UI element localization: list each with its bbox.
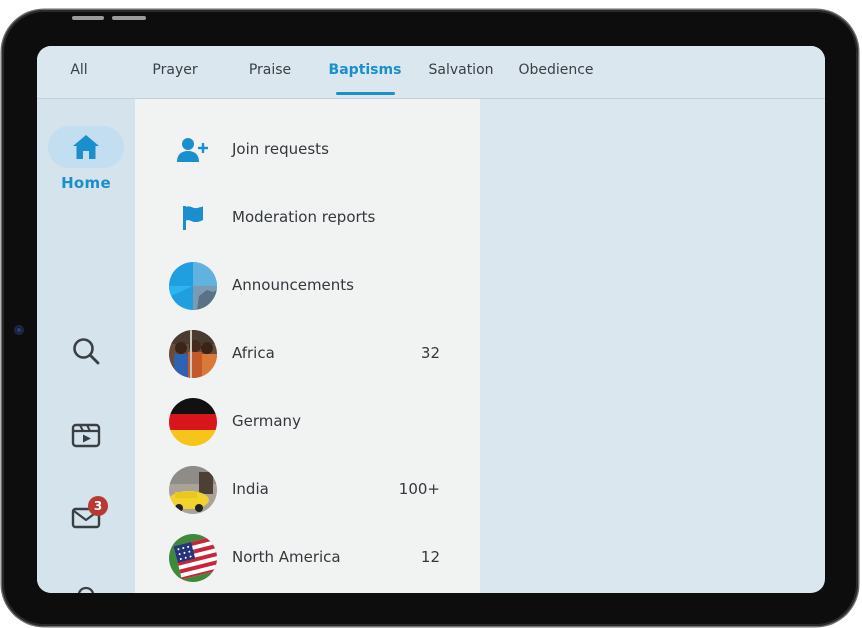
nav-notifications[interactable] (37, 580, 135, 593)
group-avatar-africa (169, 330, 217, 378)
list-item[interactable]: North America 12 (135, 530, 480, 586)
group-avatar-north-america (169, 534, 217, 582)
add-user-icon (177, 138, 208, 162)
groups-panel: Join requests Moderation reports Announc… (135, 99, 480, 593)
camera-icon (14, 325, 24, 335)
nav-messages[interactable]: 3 (37, 496, 135, 538)
group-name: North America (232, 548, 341, 566)
tab-prayer[interactable]: Prayer (152, 46, 197, 98)
tab-obedience[interactable]: Obedience (518, 46, 593, 98)
list-item[interactable]: Announcements (135, 258, 480, 314)
tab-bar: All Prayer Praise Baptisms Salvation Obe… (37, 46, 825, 99)
join-requests-label: Join requests (232, 140, 329, 158)
moderation-reports-item[interactable]: Moderation reports (135, 190, 480, 246)
group-avatar-announcements (169, 262, 217, 310)
nav-home[interactable]: Home (37, 126, 135, 192)
tab-salvation[interactable]: Salvation (428, 46, 493, 98)
volume-button (72, 16, 104, 20)
video-icon (71, 423, 101, 448)
nav-videos[interactable] (37, 415, 135, 455)
app-screen: All Prayer Praise Baptisms Salvation Obe… (37, 46, 825, 593)
tab-all[interactable]: All (70, 46, 87, 98)
nav-home-label: Home (61, 174, 111, 192)
group-name: Announcements (232, 276, 354, 294)
volume-button (112, 16, 146, 20)
group-name: Germany (232, 412, 301, 430)
active-tab-indicator (336, 92, 395, 95)
home-icon (73, 135, 99, 159)
unread-badge: 3 (88, 496, 108, 516)
list-item[interactable]: Africa 32 (135, 326, 480, 382)
group-count: 32 (420, 344, 440, 362)
group-name: Africa (232, 344, 275, 362)
group-count: 100+ (398, 480, 440, 498)
home-pill (48, 126, 124, 168)
tab-baptisms[interactable]: Baptisms (329, 46, 402, 98)
flag-icon (183, 206, 203, 230)
nav-search[interactable] (37, 331, 135, 371)
tab-praise[interactable]: Praise (249, 46, 291, 98)
group-name: India (232, 480, 269, 498)
list-item[interactable]: India 100+ (135, 462, 480, 518)
group-count: 12 (420, 548, 440, 566)
join-requests-item[interactable]: Join requests (135, 122, 480, 178)
bell-icon (77, 586, 95, 593)
moderation-reports-label: Moderation reports (232, 208, 376, 226)
search-icon (73, 338, 100, 365)
navigation-rail: Home 3 (37, 99, 135, 593)
list-item[interactable]: Germany (135, 394, 480, 450)
group-avatar-india (169, 466, 217, 514)
group-avatar-germany (169, 398, 217, 446)
